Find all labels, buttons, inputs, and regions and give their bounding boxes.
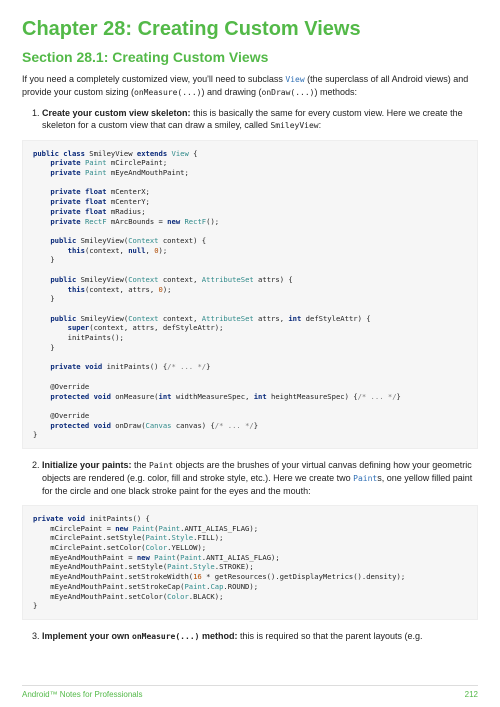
step-1-tail: :	[319, 120, 322, 130]
step-2-text-1: the	[132, 460, 150, 470]
ondraw-inline: onDraw(...)	[262, 88, 315, 97]
step-3-title-1: Implement your own	[42, 631, 132, 641]
footer-left: Android™ Notes for Professionals	[22, 690, 143, 699]
chapter-title: Chapter 28: Creating Custom Views	[22, 18, 478, 41]
intro-text: If you need a completely customized view…	[22, 74, 285, 84]
paint-inline-1: Paint	[149, 461, 173, 470]
step-1-title: Create your custom view skeleton:	[42, 108, 191, 118]
paint-link[interactable]: Paint	[353, 474, 377, 483]
intro-paragraph: If you need a completely customized view…	[22, 73, 478, 99]
smileyview-inline: SmileyView	[270, 121, 318, 130]
footer-page-number: 212	[465, 690, 478, 699]
code-block-1: public class SmileyView extends View { p…	[22, 140, 478, 450]
step-3-text: this is required so that the parent layo…	[237, 631, 422, 641]
step-3: Implement your own onMeasure(...) method…	[42, 630, 478, 643]
intro-text-4: ) methods:	[315, 87, 358, 97]
intro-text-3: ) and drawing (	[201, 87, 261, 97]
page-footer: Android™ Notes for Professionals 212	[22, 685, 478, 699]
onmeasure-bold-inline: onMeasure(...)	[132, 632, 199, 641]
onmeasure-inline: onMeasure(...)	[134, 88, 201, 97]
step-3-title-2: method:	[199, 631, 237, 641]
step-1: Create your custom view skeleton: this i…	[42, 107, 478, 132]
section-title: Section 28.1: Creating Custom Views	[22, 49, 478, 65]
code-block-2: private void initPaints() { mCirclePaint…	[22, 505, 478, 620]
step-2: Initialize your paints: the Paint object…	[42, 459, 478, 497]
step-2-title: Initialize your paints:	[42, 460, 132, 470]
view-link[interactable]: View	[285, 75, 304, 84]
